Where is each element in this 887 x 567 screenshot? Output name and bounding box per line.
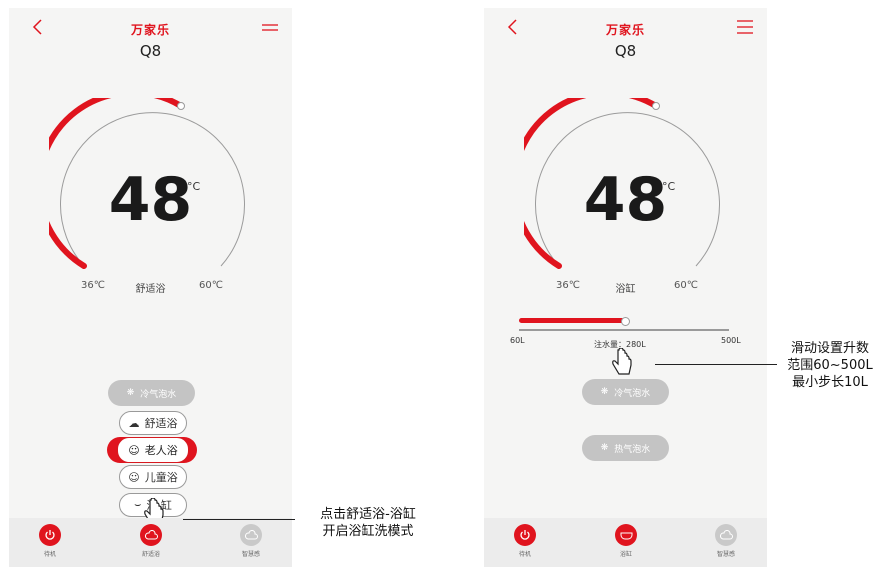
volume-min-label: 60L — [510, 336, 525, 345]
nav-bathtub[interactable]: 浴缸 — [606, 518, 646, 558]
bubble-icon: ❋ — [126, 388, 135, 398]
nav-smart-sense[interactable]: 智慧感 — [706, 518, 746, 558]
hand-pointer-icon — [612, 348, 632, 375]
menu-icon[interactable] — [734, 16, 756, 38]
power-icon — [514, 524, 536, 546]
temperature-value: 48 — [108, 165, 193, 235]
volume-max-label: 500L — [721, 336, 741, 345]
current-mode-label: 浴缸 — [615, 284, 636, 295]
menu-icon[interactable] — [259, 16, 281, 38]
elder-bath-button[interactable]: ☺ 老人浴 — [117, 437, 189, 463]
child-face-icon: ☺ — [128, 470, 140, 484]
volume-slider-track[interactable] — [519, 329, 729, 331]
current-mode-label: 舒适浴 — [135, 284, 166, 295]
nav-comfort-bath[interactable]: 舒适浴 — [131, 518, 171, 558]
nav-standby[interactable]: 待机 — [505, 518, 545, 558]
temperature-unit: °C — [662, 180, 676, 193]
phone-screen-bathtub: 万家乐 Q8 48 °C 36℃ 浴缸 60℃ 60L 注水量：280L 500… — [484, 8, 767, 567]
device-model: Q8 — [614, 42, 637, 60]
power-icon — [39, 524, 61, 546]
phone-screen-comfort-bath: 万家乐 Q8 48 °C 36℃ 舒适浴 60℃ ❋ 冷气泡水 ☁ 舒适浴 ☺ … — [9, 8, 292, 567]
temperature-value: 48 — [583, 165, 668, 235]
cold-bubble-button[interactable]: ❋ 冷气泡水 — [582, 379, 669, 405]
bottom-nav: 待机 浴缸 智慧感 — [484, 518, 767, 567]
smart-cloud-icon — [715, 524, 737, 546]
bottom-nav: 待机 舒适浴 智慧感 — [9, 518, 292, 567]
bubble-icon: ❋ — [600, 387, 609, 397]
right-annotation: 滑动设置升数 范围60~500L 最小步长10L — [787, 341, 873, 390]
right-annotation-leader — [655, 364, 777, 365]
volume-slider-fill — [519, 318, 624, 323]
nav-standby[interactable]: 待机 — [30, 518, 70, 558]
max-temp-label: 60℃ — [674, 280, 698, 291]
max-temp-label: 60℃ — [199, 280, 223, 291]
brand-logo: 万家乐 — [130, 23, 170, 37]
comfort-bath-button[interactable]: ☁ 舒适浴 — [119, 411, 187, 435]
smart-cloud-icon — [240, 524, 262, 546]
bubble-icon: ❋ — [600, 443, 609, 453]
cold-bubble-button[interactable]: ❋ 冷气泡水 — [108, 380, 195, 406]
left-annotation: 点击舒适浴-浴缸 开启浴缸洗模式 — [320, 507, 416, 539]
brand-logo: 万家乐 — [605, 23, 645, 37]
cloud-icon — [140, 524, 162, 546]
left-annotation-leader — [183, 519, 295, 520]
bathtub-icon — [615, 524, 637, 546]
volume-slider-knob[interactable] — [621, 317, 630, 326]
nav-smart-sense[interactable]: 智慧感 — [231, 518, 271, 558]
temperature-unit: °C — [187, 180, 201, 193]
device-model: Q8 — [139, 42, 162, 60]
hot-bubble-button[interactable]: ❋ 热气泡水 — [582, 435, 669, 461]
cloud-icon: ☁ — [128, 416, 140, 430]
child-bath-button[interactable]: ☺ 儿童浴 — [119, 465, 187, 489]
elder-face-icon: ☺ — [128, 443, 140, 457]
